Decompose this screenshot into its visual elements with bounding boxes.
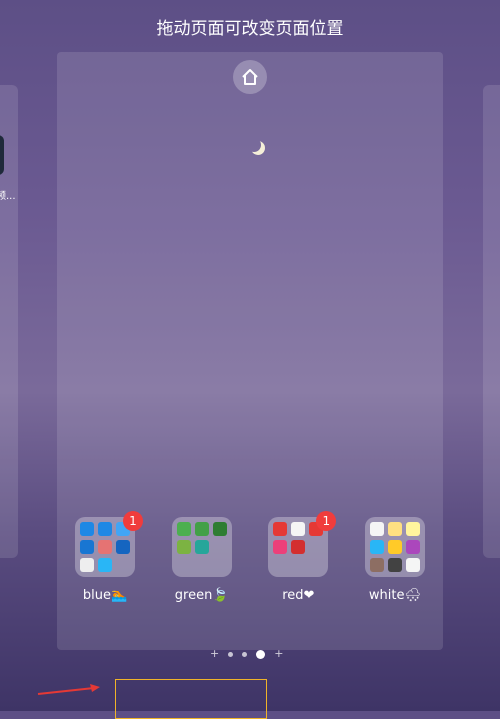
page-dot[interactable] <box>228 651 234 657</box>
highlight-rectangle <box>115 679 267 719</box>
app-icon <box>176 540 191 554</box>
app-icon <box>387 558 402 572</box>
next-page-preview[interactable] <box>483 85 500 558</box>
app-icon <box>273 540 288 554</box>
app-folder[interactable]: green🍃 <box>171 517 232 603</box>
app-icon <box>405 558 420 572</box>
folder-label: green🍃 <box>174 588 229 603</box>
folder-row: 1 blue🏊 green🍃 1 red❤ white🌨 <box>75 511 425 603</box>
app-icon <box>176 522 191 536</box>
app-icon <box>369 558 384 572</box>
app-icon <box>98 522 112 536</box>
app-icon <box>405 540 420 554</box>
app-icon <box>387 522 402 536</box>
folder-label: blue🏊 <box>82 588 128 603</box>
instruction-title: 拖动页面可改变页面位置 <box>156 19 344 39</box>
current-page-dot[interactable] <box>256 649 266 659</box>
notification-badge: 1 <box>316 511 337 531</box>
app-icon <box>98 558 112 572</box>
app-icon <box>405 522 420 536</box>
app-icon <box>194 522 209 536</box>
crescent-moon-icon <box>247 138 261 152</box>
app-icon <box>0 135 4 175</box>
home-screen-page-card[interactable]: 1 blue🏊 green🍃 1 red❤ white🌨 <box>57 52 443 650</box>
app-icon <box>387 540 402 554</box>
app-icon <box>291 522 306 536</box>
app-icon <box>116 540 130 554</box>
app-icon <box>212 522 227 536</box>
folder-label: red❤ <box>282 588 315 603</box>
app-icon <box>291 540 306 554</box>
folder-label: white🌨 <box>368 588 422 603</box>
home-icon <box>242 69 258 85</box>
folder-icon-grid <box>364 517 425 577</box>
previous-page-preview[interactable]: 频... <box>0 85 18 558</box>
red-arrow-annotation <box>37 684 100 695</box>
app-label: 频... <box>0 191 16 202</box>
app-icon <box>98 540 112 554</box>
folder-icon-grid <box>171 517 232 577</box>
app-folder[interactable]: 1 blue🏊 <box>75 511 143 603</box>
page-indicator[interactable]: + + <box>210 648 283 659</box>
app-icon <box>369 540 384 554</box>
add-page-icon[interactable]: + <box>210 648 219 659</box>
page-dot[interactable] <box>242 651 248 657</box>
notification-badge: 1 <box>123 511 143 531</box>
app-icon <box>194 540 209 554</box>
app-icon <box>80 522 94 536</box>
app-icon <box>369 522 384 536</box>
set-home-page-button[interactable] <box>233 60 267 94</box>
app-icon <box>273 522 288 536</box>
app-icon <box>80 540 94 554</box>
app-folder[interactable]: 1 red❤ <box>268 511 337 603</box>
app-icon <box>80 558 94 572</box>
add-page-icon[interactable]: + <box>274 648 283 659</box>
app-folder[interactable]: white🌨 <box>364 517 425 603</box>
